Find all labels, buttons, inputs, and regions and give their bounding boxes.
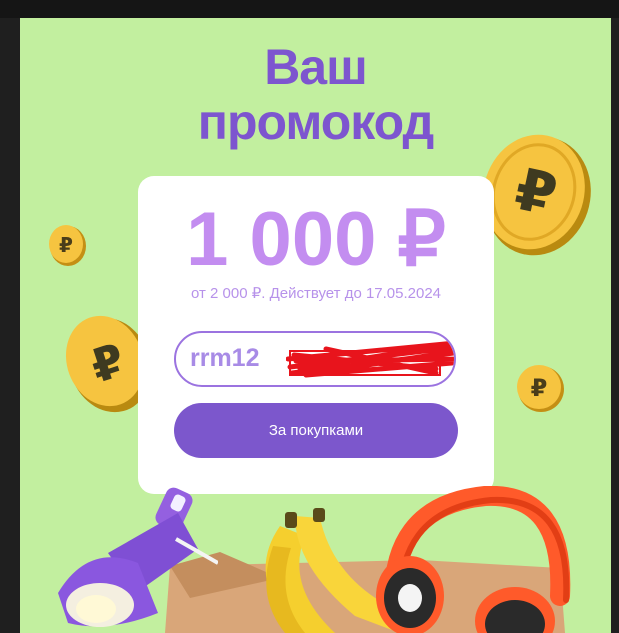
window-right-frame [611, 18, 619, 633]
headphones-icon [376, 486, 571, 633]
window-top-bar [0, 0, 619, 19]
window-left-frame [0, 18, 20, 633]
ruble-coin-icon: ₽ [49, 225, 86, 266]
promo-condition: от 2 000 ₽. Действует до 17.05.2024 [190, 285, 442, 302]
ruble-coin-icon: ₽ [483, 134, 591, 256]
promo-code-panel: 1 000 ₽ от 2 000 ₽. Действует до 17.05.2… [138, 176, 494, 494]
redaction-scribble [286, 340, 454, 378]
go-shopping-button[interactable]: За покупками [174, 403, 458, 458]
promo-code-text: rrm12 [190, 344, 260, 372]
promo-amount: 1 000 ₽ [186, 197, 446, 282]
desk-lamp-icon [58, 487, 218, 627]
ruble-coin-icon: ₽ [517, 365, 564, 412]
page-title-line1: Ваш [264, 39, 368, 95]
promo-code-field[interactable]: rrm12 [174, 331, 456, 387]
svg-text:₽: ₽ [531, 374, 548, 402]
svg-text:₽: ₽ [59, 233, 73, 257]
promo-card: Ваш промокод ₽ ₽ ₽ ₽ 1 000 ₽ от 2 000 ₽.… [20, 18, 611, 633]
